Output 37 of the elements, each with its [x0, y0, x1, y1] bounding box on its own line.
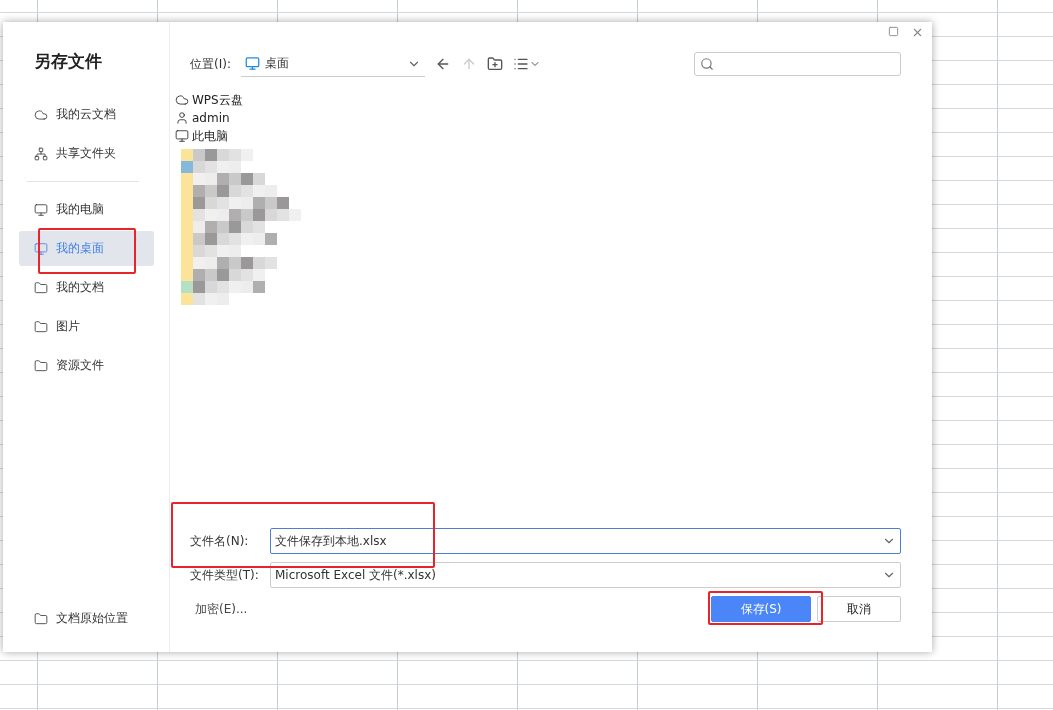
folder-icon [34, 280, 48, 295]
cloud-icon [34, 107, 48, 122]
file-item[interactable]: WPS云盘 [175, 91, 932, 109]
location-label: 位置(I): [190, 55, 231, 73]
cancel-button[interactable]: 取消 [817, 596, 901, 622]
dialog-title: 另存文件 [33, 50, 103, 73]
sidebar-item[interactable]: 图片 [19, 309, 154, 344]
file-item[interactable]: admin [175, 109, 932, 127]
encrypt-link[interactable]: 加密(E)... [195, 600, 248, 618]
monitor-icon [175, 129, 189, 143]
filetype-label: 文件类型(T): [190, 566, 260, 584]
search-icon [700, 57, 714, 71]
user-icon [175, 111, 189, 125]
monitor-icon [34, 202, 48, 217]
folder-icon [34, 611, 48, 626]
file-item[interactable]: 此电脑 [175, 127, 932, 145]
monitor-icon [244, 56, 260, 71]
search-field[interactable] [694, 52, 901, 76]
view-list-icon[interactable] [512, 56, 541, 72]
share-icon [34, 146, 48, 161]
sidebar-item[interactable]: 我的文档 [19, 270, 154, 305]
filetype-dropdown[interactable]: Microsoft Excel 文件(*.xlsx) [270, 562, 901, 588]
cloud-icon [175, 93, 189, 107]
sidebar-item[interactable]: 我的云文档 [19, 97, 154, 132]
desktop-icon [34, 241, 48, 256]
location-dropdown[interactable]: 桌面 [240, 51, 425, 77]
sidebar-item[interactable]: 我的电脑 [19, 192, 154, 227]
sidebar-item[interactable]: 资源文件 [19, 348, 154, 383]
new-folder-icon[interactable] [486, 56, 503, 72]
maximize-icon[interactable] [888, 26, 899, 37]
sidebar-item[interactable]: 共享文件夹 [19, 136, 154, 171]
filename-label: 文件名(N): [190, 532, 250, 550]
sidebar-item[interactable]: 文档原始位置 [19, 601, 154, 636]
filename-field[interactable]: 文件保存到本地.xlsx [270, 528, 901, 554]
folder-icon [34, 358, 48, 373]
close-icon[interactable] [911, 26, 924, 39]
folder-icon [34, 319, 48, 334]
